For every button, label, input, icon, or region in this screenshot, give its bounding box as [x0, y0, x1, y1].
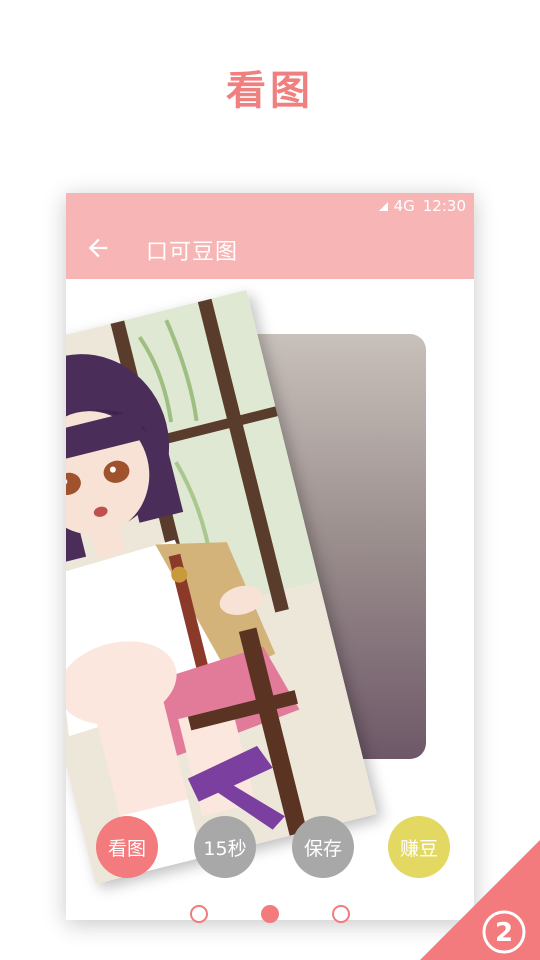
- timer-15s-label: 15秒: [203, 837, 247, 860]
- page-dot-1[interactable]: [190, 905, 208, 923]
- signal-icon: [378, 201, 388, 211]
- status-bar: 4G 12:30: [66, 193, 474, 219]
- view-image-button[interactable]: 看图: [96, 816, 158, 878]
- phone-mockup: 4G 12:30 口可豆图 看图 15秒 保存 赚豆: [66, 193, 474, 920]
- clock: 12:30: [422, 197, 466, 215]
- network-label: 4G: [393, 197, 415, 215]
- back-arrow-icon[interactable]: [84, 234, 112, 262]
- app-bar-title: 口可豆图: [146, 240, 239, 265]
- page-headline: 看图: [226, 68, 314, 114]
- page-dot-3[interactable]: [332, 905, 350, 923]
- content-area: 看图 15秒 保存 赚豆: [66, 279, 474, 920]
- save-label: 保存: [303, 837, 342, 860]
- save-button[interactable]: 保存: [292, 816, 354, 878]
- step-corner-badge: 2: [420, 840, 540, 960]
- app-bar: 口可豆图: [66, 219, 474, 279]
- step-number: 2: [495, 918, 513, 948]
- page-dot-2-active[interactable]: [261, 905, 279, 923]
- view-image-label: 看图: [107, 837, 146, 860]
- timer-15s-button[interactable]: 15秒: [194, 816, 256, 878]
- action-buttons: 看图 15秒 保存 赚豆: [96, 816, 452, 878]
